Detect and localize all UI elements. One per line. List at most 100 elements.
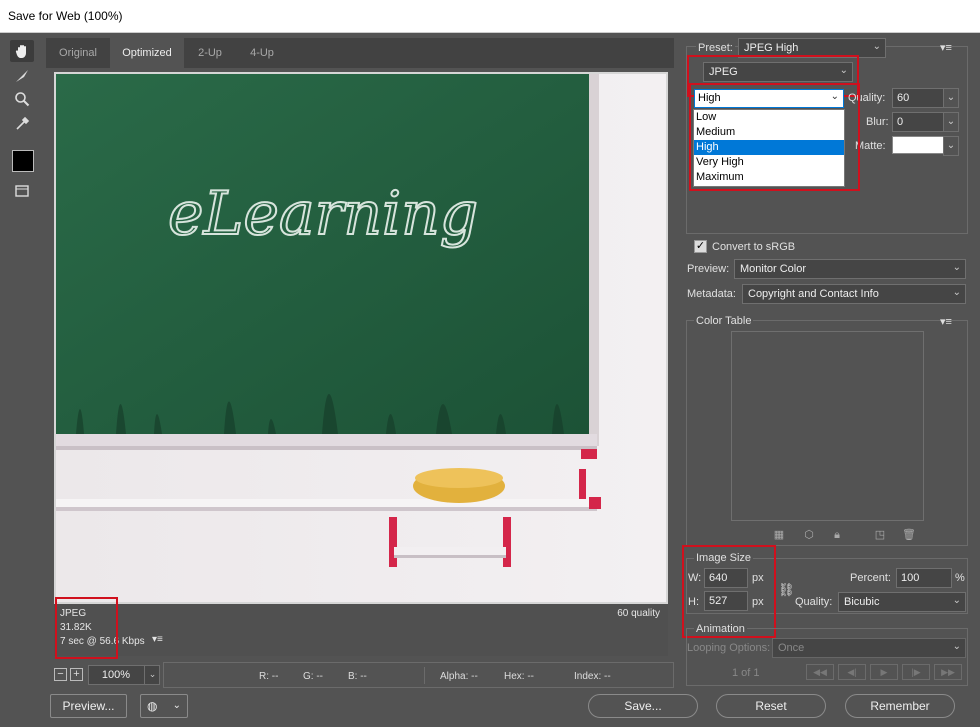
window-title: Save for Web (100%)	[0, 0, 980, 33]
chevron-down-icon: ⌄	[872, 41, 881, 52]
chalkboard-image: eLearning	[56, 74, 666, 602]
new-color-icon[interactable]: ◳	[873, 528, 887, 542]
height-unit: px	[752, 596, 764, 608]
quality-level-dropdown[interactable]: High ⌄	[694, 89, 844, 108]
option-very-high[interactable]: Very High	[694, 155, 844, 170]
last-frame-icon[interactable]: ▶▶	[934, 664, 962, 680]
readout-index: Index: --	[574, 671, 611, 682]
preset-label: Preset:	[696, 42, 735, 54]
preview-dropdown[interactable]: Monitor Color ⌄	[734, 259, 966, 279]
quality-level-value: High	[698, 92, 721, 104]
browser-preview-button[interactable]: ◍ ⌄	[140, 694, 188, 718]
resample-quality-label: Quality:	[795, 596, 833, 608]
preset-dropdown[interactable]: JPEG High ⌄	[738, 38, 886, 58]
matte-color-swatch[interactable]	[892, 136, 944, 154]
metadata-label: Metadata:	[687, 288, 736, 300]
percent-label: Percent:	[850, 572, 891, 584]
chevron-down-icon: ⌄	[172, 700, 181, 711]
looping-options-value: Once	[778, 642, 805, 654]
height-label: H:	[688, 596, 699, 608]
previous-frame-icon[interactable]: ◀|	[838, 664, 866, 680]
slice-select-tool-icon[interactable]	[10, 65, 34, 87]
convert-srgb-checkbox[interactable]: ✓	[694, 240, 707, 253]
chevron-down-icon: ⌄	[952, 595, 961, 606]
speed-menu-icon[interactable]: ▾≡	[152, 634, 163, 645]
file-format-value: JPEG	[709, 66, 738, 78]
matte-chevron-icon[interactable]: ⌄	[943, 136, 959, 156]
readout-hex: Hex: --	[504, 671, 534, 682]
zoom-tool-icon[interactable]	[10, 88, 34, 110]
preview-button[interactable]: Preview...	[50, 694, 127, 718]
option-maximum[interactable]: Maximum	[694, 170, 844, 185]
zoom-out-button[interactable]: −	[54, 668, 67, 681]
percent-field[interactable]: 100	[896, 568, 952, 588]
blur-field[interactable]: 0	[892, 112, 944, 132]
trash-icon[interactable]: 🗑︎	[902, 528, 916, 542]
next-frame-icon[interactable]: |▶	[902, 664, 930, 680]
web-shift-icon[interactable]: ⬡	[802, 528, 816, 542]
frame-counter: 1 of 1	[732, 667, 760, 679]
status-bar: − + 100% ⌄ R: -- G: -- B: -- Alpha: -- H…	[46, 660, 674, 690]
readout-alpha: Alpha: --	[440, 671, 478, 682]
tab-optimized[interactable]: Optimized	[110, 38, 184, 68]
play-icon[interactable]: ▶	[870, 664, 898, 680]
metadata-dropdown[interactable]: Copyright and Contact Info ⌄	[742, 284, 966, 304]
resample-quality-dropdown[interactable]: Bicubic ⌄	[838, 592, 966, 612]
first-frame-icon[interactable]: ◀◀	[806, 664, 834, 680]
color-readout: R: -- G: -- B: -- Alpha: -- Hex: -- Inde…	[163, 662, 674, 688]
lock-icon[interactable]: 🔒︎	[830, 528, 844, 542]
remember-button[interactable]: Remember	[845, 694, 955, 718]
tab-2-up[interactable]: 2-Up	[184, 38, 236, 68]
preview-value: Monitor Color	[740, 263, 807, 275]
width-field[interactable]: 640	[704, 568, 748, 588]
tab-original[interactable]: Original	[46, 38, 110, 68]
toolbox	[6, 38, 38, 658]
color-table-swatches[interactable]	[731, 331, 924, 521]
reset-button[interactable]: Reset	[716, 694, 826, 718]
color-table-menu-icon[interactable]: ▾≡	[940, 315, 952, 328]
chevron-down-icon: ⌄	[830, 91, 839, 102]
zoom-dropdown-chevron-icon[interactable]: ⌄	[144, 665, 160, 685]
chevron-down-icon: ⌄	[952, 287, 961, 298]
map-transparency-icon[interactable]: ▦	[772, 528, 786, 542]
readout-g: G: --	[303, 671, 323, 682]
hand-tool-icon[interactable]	[10, 40, 34, 62]
image-preview[interactable]: eLearning	[54, 72, 668, 604]
animation-title: Animation	[694, 623, 747, 635]
readout-r: R: --	[259, 671, 279, 682]
format-info: JPEG	[60, 608, 87, 619]
metadata-value: Copyright and Contact Info	[748, 288, 879, 300]
browser-globe-icon: ◍	[147, 699, 158, 713]
quality-level-options: Low Medium High Very High Maximum	[693, 109, 845, 187]
option-medium[interactable]: Medium	[694, 125, 844, 140]
optimize-menu-icon[interactable]: ▾≡	[940, 41, 952, 54]
looping-options-dropdown[interactable]: Once ⌄	[772, 638, 966, 658]
option-low[interactable]: Low	[694, 110, 844, 125]
file-size-info: 31.82K	[60, 622, 92, 633]
eyedropper-color-swatch[interactable]	[12, 150, 34, 172]
tab-4-up[interactable]: 4-Up	[236, 38, 288, 68]
resample-quality-value: Bicubic	[844, 596, 880, 608]
option-high[interactable]: High	[694, 140, 844, 155]
view-tabs: Original Optimized 2-Up 4-Up	[46, 38, 674, 68]
zoom-in-button[interactable]: +	[70, 668, 83, 681]
chevron-down-icon: ⌄	[952, 262, 961, 273]
optimization-info: JPEG 31.82K 7 sec @ 56.6 Kbps ▾≡ 60 qual…	[54, 604, 668, 656]
toggle-slices-icon[interactable]	[10, 180, 34, 202]
save-button[interactable]: Save...	[588, 694, 698, 718]
file-format-dropdown[interactable]: JPEG ⌄	[703, 62, 853, 82]
image-size-title: Image Size	[694, 552, 754, 564]
blur-label: Blur:	[866, 116, 889, 128]
width-unit: px	[752, 572, 764, 584]
width-label: W:	[688, 572, 702, 584]
preset-value: JPEG High	[744, 42, 799, 54]
preview-label: Preview:	[687, 263, 730, 275]
height-field[interactable]: 527	[704, 591, 748, 611]
quality-field[interactable]: 60	[892, 88, 944, 108]
eyedropper-tool-icon[interactable]	[10, 113, 34, 135]
blur-chevron-icon[interactable]: ⌄	[943, 112, 959, 132]
chalk-text: eLearning	[168, 179, 478, 249]
quality-chevron-icon[interactable]: ⌄	[943, 88, 959, 108]
chevron-down-icon: ⌄	[839, 65, 848, 76]
link-chain-icon[interactable]: ⛓︎	[778, 582, 795, 598]
